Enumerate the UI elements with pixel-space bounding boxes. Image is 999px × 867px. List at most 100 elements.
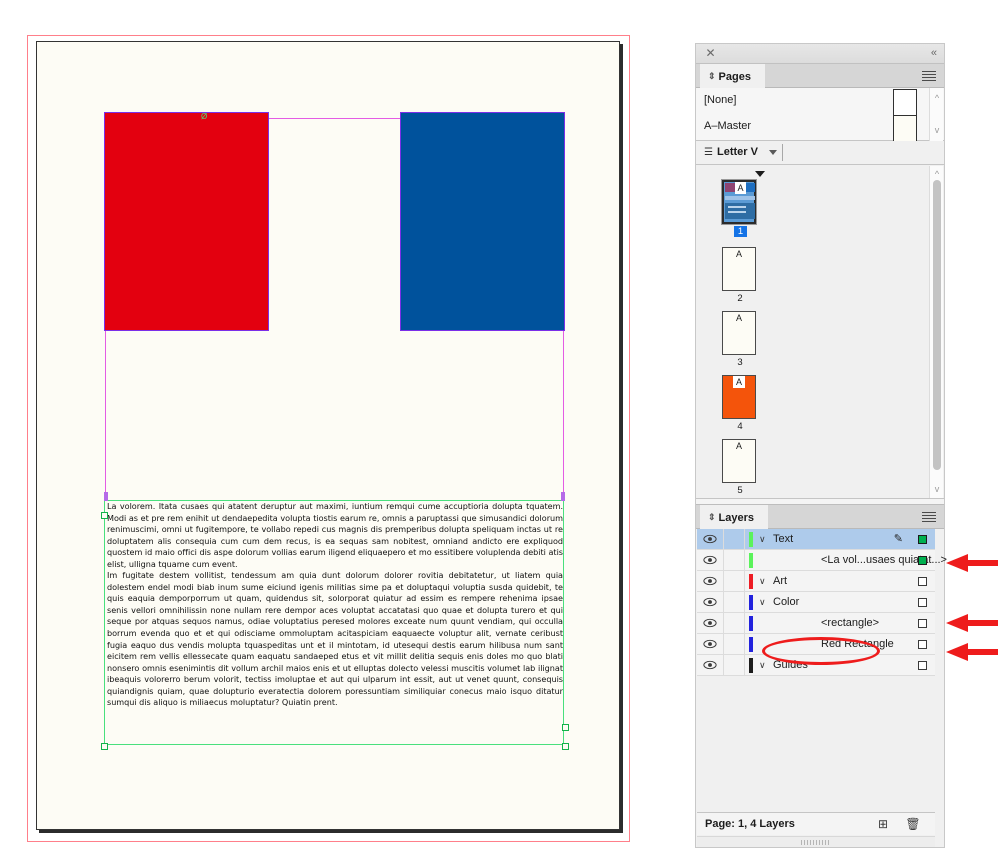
collapse-panel-icon[interactable]: « (931, 47, 937, 60)
page-thumbnail-1[interactable]: A (721, 179, 757, 225)
dock-hscroll-grip[interactable] (801, 840, 831, 845)
tab-grip-icon: ⇕ (708, 512, 716, 522)
layer-row-guides[interactable]: ∨ Guides (697, 655, 935, 676)
lock-toggle-cell[interactable] (723, 529, 745, 549)
layer-row-text[interactable]: ∨ Text ✎ (697, 529, 935, 550)
visibility-eye-icon[interactable] (703, 617, 717, 629)
tab-pages[interactable]: ⇕ Pages (700, 64, 765, 88)
layer-name-text[interactable]: Text (773, 533, 793, 545)
masters-list[interactable]: [None] A–Master ^ v (696, 88, 944, 143)
layer-name-text[interactable]: <rectangle> (821, 617, 879, 629)
frame-handle-mid-right[interactable] (562, 724, 569, 731)
visibility-eye-icon[interactable] (703, 638, 717, 650)
chevron-down-icon[interactable]: ∨ (759, 596, 766, 609)
pages-panel-menu-icon[interactable] (922, 71, 936, 81)
text-outport-icon[interactable] (561, 492, 565, 501)
layer-target-indicator[interactable] (918, 556, 927, 565)
pages-scroll-down-icon[interactable]: v (932, 484, 942, 494)
layer-row-color[interactable]: ∨ Color (697, 592, 935, 613)
page-item-1[interactable]: A 1 (718, 171, 765, 237)
layer-target-indicator[interactable] (918, 598, 927, 607)
chevron-down-icon[interactable] (769, 150, 777, 155)
page-item-3[interactable]: A 3 (718, 311, 762, 368)
layer-target-indicator[interactable] (918, 661, 927, 670)
layer-target-indicator[interactable] (918, 619, 927, 628)
master-item-none[interactable]: [None] (696, 88, 944, 117)
page-thumbnail-3[interactable]: A (722, 311, 756, 355)
delete-layer-icon[interactable]: 🗑 (905, 816, 921, 832)
visibility-eye-icon[interactable] (703, 596, 717, 608)
chevron-down-icon[interactable]: ∨ (759, 659, 766, 672)
page-master-letter-1: A (735, 182, 746, 194)
layer-color-swatch (749, 574, 753, 589)
page-number-2[interactable]: 2 (718, 293, 762, 304)
close-icon[interactable]: ✕ (704, 47, 717, 60)
page-item-4[interactable]: A 4 (718, 375, 762, 432)
layer-row-rectangle[interactable]: <rectangle> (697, 613, 935, 634)
visibility-eye-icon[interactable] (703, 554, 717, 566)
page-item-5[interactable]: A 5 (718, 439, 762, 496)
body-copy[interactable]: La volorem. Itata cusaes qui atatent der… (107, 501, 563, 709)
page-number-1[interactable]: 1 (734, 226, 747, 237)
layer-row-red-rectangle[interactable]: Red Rectangle (697, 634, 935, 655)
red-rectangle-object[interactable] (104, 112, 269, 331)
visibility-eye-icon[interactable] (703, 575, 717, 587)
scroll-down-icon[interactable]: v (932, 126, 942, 135)
layer-target-indicator[interactable] (918, 535, 927, 544)
page-thumbnail-2[interactable]: A (722, 247, 756, 291)
lock-toggle-cell[interactable] (723, 613, 745, 633)
layer-target-indicator[interactable] (918, 577, 927, 586)
annotation-arrow-3 (946, 641, 999, 663)
layer-row-art[interactable]: ∨ Art (697, 571, 935, 592)
lock-toggle-cell[interactable] (723, 571, 745, 591)
lock-toggle-cell[interactable] (723, 655, 745, 675)
blue-rectangle-object[interactable] (400, 112, 565, 331)
chevron-down-icon[interactable]: ∨ (759, 533, 766, 546)
page-thumbnail-5[interactable]: A (722, 439, 756, 483)
document-canvas[interactable]: La volorem. Itata cusaes qui atatent der… (0, 0, 690, 867)
visibility-eye-icon[interactable] (703, 533, 717, 545)
layer-name-text[interactable]: Red Rectangle (821, 638, 894, 650)
layer-name-text[interactable]: Color (773, 596, 799, 608)
layer-color-swatch (749, 658, 753, 673)
tab-layers[interactable]: ⇕ Layers (700, 505, 769, 529)
toolbar-divider (782, 144, 783, 161)
text-frame[interactable]: La volorem. Itata cusaes qui atatent der… (101, 492, 569, 750)
layer-row-text-object[interactable]: <La vol...usaes quiatat...> (697, 550, 947, 571)
visibility-eye-icon[interactable] (703, 659, 717, 671)
master-thumbnail-none[interactable] (893, 89, 917, 117)
lock-toggle-cell[interactable] (723, 634, 745, 654)
pen-icon: ✎ (893, 533, 903, 545)
layers-list[interactable]: ∨ Text ✎ <La vol...usaes quiatat...> ∨ A… (697, 529, 947, 676)
lock-toggle-cell[interactable] (723, 550, 745, 570)
page-item-2[interactable]: A 2 (718, 247, 762, 304)
page-thumbnail-4[interactable]: A (722, 375, 756, 419)
layer-name-text[interactable]: <La vol...usaes quiatat...> (821, 554, 947, 566)
text-inport-icon[interactable] (104, 492, 108, 501)
page-size-label[interactable]: Letter V (717, 146, 758, 158)
layers-empty-area (697, 676, 935, 814)
frame-handle-top-left[interactable] (101, 512, 108, 519)
dock-horizontal-scrollbar[interactable] (697, 836, 935, 847)
frame-handle-bottom-left[interactable] (101, 743, 108, 750)
tab-layers-label: Layers (718, 512, 755, 524)
new-layer-icon[interactable]: ⊞ (875, 816, 891, 832)
layer-target-indicator[interactable] (918, 640, 927, 649)
scroll-up-icon[interactable]: ^ (932, 94, 942, 103)
masters-scrollbar[interactable]: ^ v (929, 88, 943, 141)
pages-scroll-up-icon[interactable]: ^ (932, 169, 942, 179)
lock-toggle-cell[interactable] (723, 592, 745, 612)
pages-scrollbar[interactable]: ^ v (929, 166, 943, 498)
page-number-5[interactable]: 5 (718, 485, 762, 496)
layer-name-text[interactable]: Art (773, 575, 787, 587)
chevron-down-icon[interactable]: ∨ (759, 575, 766, 588)
master-item-a-master[interactable]: A–Master (696, 114, 944, 143)
frame-handle-bottom-right[interactable] (562, 743, 569, 750)
page-number-3[interactable]: 3 (718, 357, 762, 368)
master-thumbnail-a-master[interactable] (893, 115, 917, 143)
layers-panel-menu-icon[interactable] (922, 512, 936, 522)
layer-name-text[interactable]: Guides (773, 659, 808, 671)
pages-thumbnail-list[interactable]: A 1 A 2 A 3 A 4 A 5 (696, 165, 944, 499)
pages-scroll-thumb[interactable] (933, 180, 941, 470)
page-number-4[interactable]: 4 (718, 421, 762, 432)
